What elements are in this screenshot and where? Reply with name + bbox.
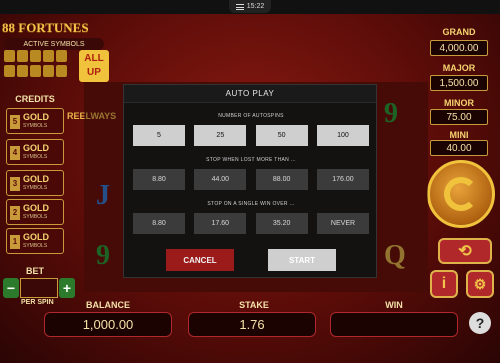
credit-sub: SYMBOLS	[23, 243, 48, 249]
menu-icon[interactable]	[235, 3, 244, 10]
symbol-icon	[43, 50, 54, 62]
autospins-option[interactable]: 50	[255, 125, 308, 146]
win-label: WIN	[385, 300, 403, 310]
single-win-option[interactable]: NEVER	[316, 213, 369, 234]
credit-label: GOLD	[23, 174, 49, 184]
active-symbols-label: ACTIVE SYMBOLS	[4, 38, 104, 50]
win-value	[330, 312, 458, 337]
info-button[interactable]: i	[430, 270, 458, 298]
game-logo: 88 FORTUNES	[2, 20, 89, 35]
single-win-option[interactable]: 8.80	[133, 213, 185, 234]
jackpot-mini-value: 40.00	[430, 140, 488, 156]
jackpot-major-label: MAJOR	[442, 63, 476, 73]
credit-label: GOLD	[23, 143, 49, 153]
symbol-icon	[43, 65, 54, 77]
credit-number: 5	[10, 115, 20, 129]
help-button[interactable]: ?	[469, 312, 491, 334]
autospins-option[interactable]: 5	[133, 125, 185, 146]
symbol-icon	[30, 65, 41, 77]
status-bar: 15:22	[0, 0, 500, 14]
credit-number: 3	[10, 177, 20, 191]
credit-number: 2	[10, 206, 20, 220]
credit-sub: SYMBOLS	[23, 123, 48, 129]
jackpot-mini-label: MINI	[449, 130, 469, 140]
symbol-icon	[4, 50, 15, 62]
jackpot-major-value: 1,500.00	[430, 75, 488, 91]
credit-number: 1	[10, 235, 20, 249]
single-win-label: STOP ON A SINGLE WIN OVER ...	[207, 201, 295, 207]
jackpot-grand-value: 4,000.00	[430, 40, 488, 56]
single-win-option[interactable]: 35.20	[255, 213, 308, 234]
clock: 15:22	[246, 3, 265, 10]
symbol-icon	[56, 65, 67, 77]
loss-limit-options: 8.80 44.00 88.00 176.00	[133, 169, 369, 190]
status-pill[interactable]: 15:22	[229, 0, 271, 13]
per-spin-label: PER SPIN	[21, 299, 54, 306]
jackpot-minor-label: MINOR	[444, 98, 474, 108]
spin-button[interactable]	[427, 160, 495, 228]
bet-increase-button[interactable]: +	[59, 278, 75, 298]
autospins-options: 5 25 50 100	[133, 125, 369, 146]
symbol-icon	[17, 65, 28, 77]
autoplay-button[interactable]: ⟲	[438, 238, 492, 264]
single-win-option[interactable]: 17.60	[194, 213, 247, 234]
symbol-icon	[4, 65, 15, 77]
bet-value	[20, 278, 58, 298]
cancel-button[interactable]: CANCEL	[166, 249, 234, 271]
single-win-options: 8.80 17.60 35.20 NEVER	[133, 213, 369, 234]
credit-sub: SYMBOLS	[23, 154, 48, 160]
modal-title: AUTO PLAY	[124, 85, 376, 103]
settings-button[interactable]: ⚙	[466, 270, 494, 298]
symbol-icon	[30, 50, 41, 62]
jackpot-minor-value: 75.00	[430, 109, 488, 125]
credit-gold-3: 3 GOLD SYMBOLS	[6, 170, 64, 196]
credit-label: GOLD	[23, 112, 49, 122]
stake-label: STAKE	[239, 300, 269, 310]
credit-sub: SYMBOLS	[23, 185, 48, 191]
repeat-icon: ⟲	[458, 243, 472, 260]
bet-label: BET	[26, 266, 44, 276]
credit-number: 4	[10, 146, 20, 160]
balance-label: BALANCE	[86, 300, 130, 310]
reel-ways-text: REELWAYS	[67, 110, 116, 123]
loss-limit-option[interactable]: 8.80	[133, 169, 185, 190]
active-symbols	[4, 50, 78, 78]
credit-label: GOLD	[23, 232, 49, 242]
credit-gold-2: 2 GOLD SYMBOLS	[6, 199, 64, 225]
loss-limit-option[interactable]: 44.00	[194, 169, 247, 190]
stake-value: 1.76	[188, 312, 316, 337]
credit-label: GOLD	[23, 203, 49, 213]
gear-icon: ⚙	[473, 275, 487, 292]
credit-gold-1: 1 GOLD SYMBOLS	[6, 228, 64, 254]
autospins-label: NUMBER OF AUTOSPINS	[218, 113, 284, 119]
loss-limit-label: STOP WHEN LOST MORE THAN ...	[206, 157, 296, 163]
autospins-option[interactable]: 25	[194, 125, 247, 146]
credit-gold-4: 4 GOLD SYMBOLS	[6, 139, 64, 165]
symbol-icon	[17, 50, 28, 62]
start-button[interactable]: START	[268, 249, 336, 271]
loss-limit-option[interactable]: 88.00	[255, 169, 308, 190]
autoplay-modal: AUTO PLAY NUMBER OF AUTOSPINS 5 25 50 10…	[123, 84, 377, 278]
balance-value: 1,000.00	[44, 312, 172, 337]
bet-decrease-button[interactable]: −	[3, 278, 19, 298]
jackpot-grand-label: GRAND	[442, 27, 476, 37]
all-up-badge: ALL UP	[79, 50, 109, 82]
symbol-icon	[56, 50, 67, 62]
spin-arrow-icon	[444, 177, 478, 211]
game-screen: 15:22 J 9 9 Q 88 FORTUNES ACTIVE SYMBOLS…	[0, 0, 500, 363]
credit-gold-5: 5 GOLD SYMBOLS	[6, 108, 64, 134]
loss-limit-option[interactable]: 176.00	[316, 169, 369, 190]
autospins-option[interactable]: 100	[316, 125, 369, 146]
credits-title: CREDITS	[15, 94, 55, 104]
credit-sub: SYMBOLS	[23, 214, 48, 220]
info-icon: i	[441, 275, 447, 292]
